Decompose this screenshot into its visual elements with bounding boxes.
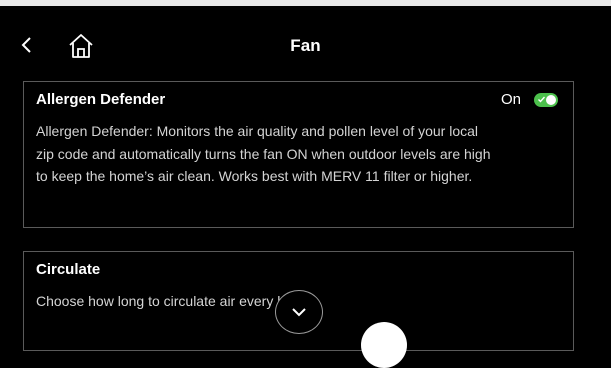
allergen-defender-status: On xyxy=(500,91,521,108)
circulate-description: Choose how long to circulate air every h… xyxy=(36,293,309,309)
allergen-defender-description: Allergen Defender: Monitors the air qual… xyxy=(36,123,491,184)
allergen-defender-toggle[interactable] xyxy=(534,93,558,107)
toggle-knob xyxy=(546,95,556,105)
allergen-defender-title: Allergen Defender xyxy=(36,91,166,108)
header-bar: Fan xyxy=(0,6,611,76)
floating-action-button[interactable] xyxy=(361,322,407,368)
chevron-down-icon xyxy=(292,308,306,317)
allergen-defender-card: Allergen Defender On Allergen Defender: … xyxy=(23,81,574,228)
check-icon xyxy=(538,96,545,103)
scroll-down-button[interactable] xyxy=(275,290,323,334)
circulate-title: Circulate xyxy=(36,261,101,278)
page-title: Fan xyxy=(290,36,321,55)
